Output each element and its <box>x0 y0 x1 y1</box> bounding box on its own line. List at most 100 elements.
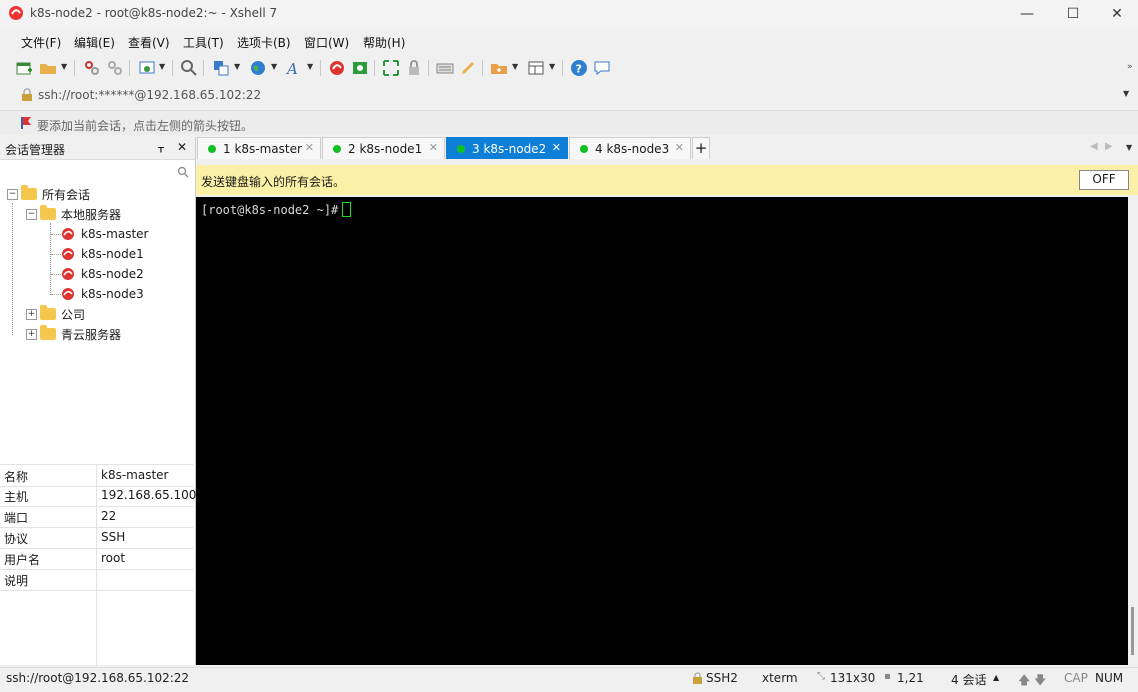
session-item-k8s-node1[interactable]: k8s-node1 <box>61 244 144 264</box>
tab-close-icon[interactable]: ✕ <box>675 141 684 154</box>
terminal-scrollbar[interactable] <box>1128 197 1138 665</box>
folder-dropdown-icon[interactable]: ▼ <box>512 62 518 71</box>
property-value: root <box>101 551 126 565</box>
fullscreen-icon[interactable] <box>382 59 400 77</box>
tab-k8s-master[interactable]: 1 k8s-master ✕ <box>197 137 321 159</box>
close-panel-icon[interactable]: ✕ <box>177 140 187 154</box>
tree-root[interactable]: − 所有会话 <box>7 184 90 204</box>
menu-bar: 文件(F) 编辑(E) 查看(V) 工具(T) 选项卡(B) 窗口(W) 帮助(… <box>0 30 1138 52</box>
connected-status-icon <box>457 145 465 153</box>
folder-icon <box>21 185 37 200</box>
search-icon[interactable] <box>177 166 189 178</box>
property-key: 协议 <box>4 532 29 546</box>
lock-icon[interactable] <box>405 59 423 77</box>
connected-status-icon <box>580 145 588 153</box>
toolbar-overflow-icon[interactable]: » <box>1127 62 1133 72</box>
tree-folder-company[interactable]: + 公司 <box>26 304 85 324</box>
globe-icon[interactable] <box>249 59 267 77</box>
address-bar[interactable]: ssh://root:******@192.168.65.102:22 ▼ <box>0 84 1138 106</box>
find-icon[interactable] <box>180 59 198 77</box>
window-title: k8s-node2 - root@k8s-node2:~ - Xshell 7 <box>30 6 278 20</box>
add-tab-button[interactable]: + <box>692 137 710 159</box>
tab-scroll-left-icon[interactable]: ◀ <box>1090 141 1098 152</box>
globe-dropdown-icon[interactable]: ▼ <box>271 62 277 71</box>
session-count-up-icon[interactable]: ▲ <box>993 673 999 682</box>
tab-scroll-right-icon[interactable]: ▶ <box>1105 141 1113 152</box>
pin-icon[interactable]: ᚁ <box>158 140 164 154</box>
tree-folder-local[interactable]: − 本地服务器 <box>26 204 121 224</box>
disconnect-icon[interactable] <box>83 59 101 77</box>
tab-k8s-node3[interactable]: 4 k8s-node3 ✕ <box>569 137 691 159</box>
xshell-icon[interactable] <box>328 59 346 77</box>
session-item-k8s-node3[interactable]: k8s-node3 <box>61 284 144 304</box>
session-item-k8s-node2[interactable]: k8s-node2 <box>61 264 144 284</box>
session-properties-icon[interactable] <box>138 59 156 77</box>
address-dropdown-icon[interactable]: ▼ <box>1123 89 1129 98</box>
tab-list-dropdown-icon[interactable]: ▼ <box>1126 143 1132 152</box>
menu-tabs[interactable]: 选项卡(B) <box>237 34 291 51</box>
property-row: 名称 k8s-master <box>0 464 193 487</box>
status-session-count[interactable]: 4 会话 <box>951 671 986 688</box>
close-window-button[interactable]: ✕ <box>1094 0 1138 28</box>
download-icon: 🡇 <box>1034 673 1047 687</box>
cursor-position-icon: ▪ <box>884 671 891 682</box>
tab-k8s-node2[interactable]: 3 k8s-node2 ✕ <box>446 137 568 159</box>
tab-close-icon[interactable]: ✕ <box>552 141 561 154</box>
font-icon[interactable]: A <box>285 59 303 77</box>
minimize-button[interactable]: — <box>1004 0 1050 28</box>
menu-file[interactable]: 文件(F) <box>21 34 61 51</box>
session-label: k8s-node1 <box>81 247 144 261</box>
tree-root-label: 所有会话 <box>42 187 91 202</box>
terminal[interactable]: [root@k8s-node2 ~]# <box>196 197 1128 665</box>
tab-close-icon[interactable]: ✕ <box>429 141 438 154</box>
collapse-icon[interactable]: − <box>7 188 18 200</box>
menu-tools[interactable]: 工具(T) <box>183 34 224 51</box>
title-bar: k8s-node2 - root@k8s-node2:~ - Xshell 7 … <box>0 0 1138 28</box>
maximize-button[interactable]: ☐ <box>1050 0 1096 28</box>
menu-edit[interactable]: 编辑(E) <box>74 34 115 51</box>
xftp-icon[interactable] <box>351 59 369 77</box>
tab-close-icon[interactable]: ✕ <box>305 141 314 154</box>
lock-icon <box>22 88 32 101</box>
property-value: 22 <box>101 509 117 523</box>
menu-help[interactable]: 帮助(H) <box>363 34 405 51</box>
menu-view[interactable]: 查看(V) <box>128 34 170 51</box>
address-text[interactable]: ssh://root:******@192.168.65.102:22 <box>38 88 261 102</box>
tab-k8s-node1[interactable]: 2 k8s-node1 ✕ <box>322 137 445 159</box>
properties-dropdown-icon[interactable]: ▼ <box>159 62 165 71</box>
bookmark-arrow-icon[interactable] <box>20 116 32 130</box>
send-all-toggle-button[interactable]: OFF <box>1079 170 1129 190</box>
tab-label: 4 k8s-node3 <box>595 142 670 156</box>
new-folder-icon[interactable] <box>490 59 508 77</box>
expand-icon[interactable]: + <box>26 308 37 320</box>
expand-icon[interactable]: + <box>26 328 37 340</box>
property-key: 名称 <box>4 470 29 484</box>
folder-label: 本地服务器 <box>61 207 122 222</box>
scrollbar-thumb[interactable] <box>1131 607 1134 655</box>
layout-icon[interactable] <box>527 59 545 77</box>
status-bar: ssh://root@192.168.65.102:22 SSH2 xterm … <box>0 667 1138 688</box>
menu-window[interactable]: 窗口(W) <box>304 34 349 51</box>
highlight-icon[interactable] <box>459 59 477 77</box>
reconnect-icon[interactable] <box>106 59 124 77</box>
help-icon[interactable]: ? <box>570 59 588 77</box>
font-dropdown-icon[interactable]: ▼ <box>307 62 313 71</box>
new-session-icon[interactable] <box>15 59 33 77</box>
collapse-icon[interactable]: − <box>26 208 37 220</box>
layout-dropdown-icon[interactable]: ▼ <box>549 62 555 71</box>
open-folder-icon[interactable] <box>39 59 57 77</box>
tab-label: 3 k8s-node2 <box>472 142 547 156</box>
session-item-k8s-master[interactable]: k8s-master <box>61 224 148 244</box>
transfer-dropdown-icon[interactable]: ▼ <box>234 62 240 71</box>
svg-text:A: A <box>285 60 298 77</box>
tree-folder-qingcloud[interactable]: + 青云服务器 <box>26 324 121 344</box>
tab-bar: 1 k8s-master ✕ 2 k8s-node1 ✕ 3 k8s-node2… <box>197 137 1138 159</box>
chat-icon[interactable] <box>593 59 611 77</box>
keyboard-icon[interactable] <box>436 59 454 77</box>
lock-icon <box>693 672 702 684</box>
open-dropdown-icon[interactable]: ▼ <box>61 62 67 71</box>
status-protocol: SSH2 <box>706 671 738 685</box>
transfer-icon[interactable] <box>212 59 230 77</box>
property-key: 端口 <box>4 511 29 525</box>
status-cursor-position: 1,21 <box>897 671 924 685</box>
